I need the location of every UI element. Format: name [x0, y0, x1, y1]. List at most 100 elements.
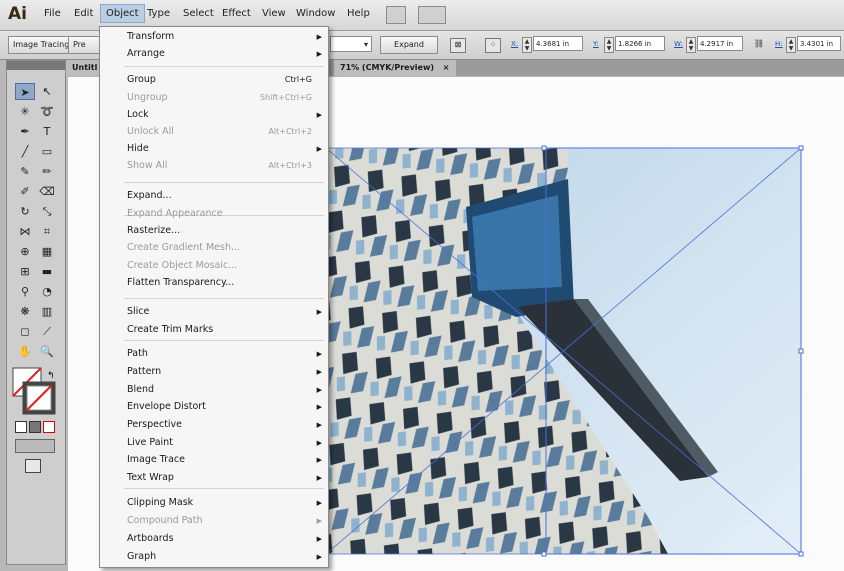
- align-icon[interactable]: ⊠: [450, 38, 466, 53]
- submenu-arrow-icon: ▶: [316, 535, 322, 543]
- menu-item-label: Create Object Mosaic...: [127, 260, 238, 271]
- drawing-modes-icon[interactable]: [15, 439, 55, 453]
- menu-item-pattern[interactable]: Pattern ▶: [100, 364, 328, 380]
- x-spinner[interactable]: ▲ ▼: [522, 37, 532, 53]
- submenu-arrow-icon: ▶: [316, 111, 322, 119]
- menu-object[interactable]: Object: [100, 4, 145, 23]
- selection-handle[interactable]: [798, 551, 804, 557]
- perspective-grid-tool-icon[interactable]: ▦: [37, 243, 57, 260]
- menu-item-group[interactable]: Group Ctrl+G: [100, 72, 328, 88]
- menu-type[interactable]: Type: [147, 8, 170, 19]
- menu-item-lock[interactable]: Lock ▶: [100, 107, 328, 123]
- eyedropper-tool-icon[interactable]: ⚲: [15, 283, 35, 300]
- rectangle-tool-icon[interactable]: ▭: [37, 143, 57, 160]
- menu-item-hide[interactable]: Hide ▶: [100, 141, 328, 157]
- menu-item-arrange[interactable]: Arrange ▶: [100, 46, 328, 62]
- rotate-tool-icon[interactable]: ↻: [15, 203, 35, 220]
- blob-brush-tool-icon[interactable]: ✐: [15, 183, 35, 200]
- menu-item-create-trim-marks[interactable]: Create Trim Marks: [100, 322, 328, 338]
- symbol-sprayer-tool-icon[interactable]: ❋: [15, 303, 35, 320]
- image-tracing-button[interactable]: Image Tracing: [8, 36, 76, 54]
- pencil-tool-icon[interactable]: ✏: [37, 163, 57, 180]
- menu-item-perspective[interactable]: Perspective ▶: [100, 417, 328, 433]
- expand-button[interactable]: Expand: [380, 36, 438, 54]
- hand-tool-icon[interactable]: ✋: [15, 343, 35, 360]
- submenu-arrow-icon: ▶: [316, 517, 322, 525]
- mesh-tool-icon[interactable]: ⊞: [15, 263, 35, 280]
- shape-builder-tool-icon[interactable]: ⊕: [15, 243, 35, 260]
- screen-mode-icon[interactable]: [25, 459, 41, 473]
- menu-item-label: Text Wrap: [127, 472, 174, 483]
- menu-item-expand[interactable]: Expand...: [100, 188, 328, 204]
- width-tool-icon[interactable]: ⋈: [15, 223, 35, 240]
- gradient-tool-icon[interactable]: ▬: [37, 263, 57, 280]
- menu-item-flatten-transparency[interactable]: Flatten Transparency...: [100, 275, 328, 291]
- arrange-documents-icon[interactable]: [418, 6, 446, 24]
- menu-item-transform[interactable]: Transform ▶: [100, 29, 328, 45]
- menu-item-envelope-distort[interactable]: Envelope Distort ▶: [100, 399, 328, 415]
- document-tab-title[interactable]: 71% (CMYK/Preview) ×: [334, 60, 456, 76]
- bridge-icon[interactable]: [386, 6, 406, 24]
- selection-handle[interactable]: [798, 145, 804, 151]
- menu-window[interactable]: Window: [296, 8, 335, 19]
- type-tool-icon[interactable]: T: [37, 123, 57, 140]
- menu-item-unlock-all: Unlock All Alt+Ctrl+2: [100, 124, 328, 140]
- magic-wand-tool-icon[interactable]: ✳: [15, 103, 35, 120]
- blend-tool-icon[interactable]: ◔: [37, 283, 57, 300]
- tools-panel-header[interactable]: [7, 61, 65, 70]
- menu-item-live-paint[interactable]: Live Paint ▶: [100, 435, 328, 451]
- artboard-tool-icon[interactable]: ◻: [15, 323, 35, 340]
- pen-tool-icon[interactable]: ✒: [15, 123, 35, 140]
- lasso-tool-icon[interactable]: ➰: [37, 103, 57, 120]
- h-field[interactable]: 3.4301 in: [797, 36, 841, 51]
- menu-select[interactable]: Select: [183, 8, 214, 19]
- menu-item-text-wrap[interactable]: Text Wrap ▶: [100, 470, 328, 486]
- menu-item-label: Graph: [127, 551, 157, 562]
- color-mode-icon[interactable]: [15, 421, 27, 433]
- column-graph-tool-icon[interactable]: ▥: [37, 303, 57, 320]
- menu-effect[interactable]: Effect: [222, 8, 251, 19]
- menu-item-image-trace[interactable]: Image Trace ▶: [100, 452, 328, 468]
- h-spinner[interactable]: ▲ ▼: [786, 37, 796, 53]
- y-field[interactable]: 1.8266 in: [615, 36, 665, 51]
- menu-item-create-object-mosaic: Create Object Mosaic...: [100, 258, 328, 274]
- free-transform-tool-icon[interactable]: ⌗: [37, 223, 57, 240]
- menu-item-clipping-mask[interactable]: Clipping Mask ▶: [100, 495, 328, 511]
- paintbrush-tool-icon[interactable]: ✎: [15, 163, 35, 180]
- reference-point-icon[interactable]: ⁘: [485, 38, 501, 53]
- x-field[interactable]: 4.3681 in: [533, 36, 583, 51]
- direct-selection-tool-icon[interactable]: ↖: [37, 83, 57, 100]
- fill-stroke-swatch-icon[interactable]: ↰: [11, 366, 57, 416]
- menu-item-label: Expand Appearance: [127, 208, 223, 219]
- selection-handle[interactable]: [541, 551, 547, 557]
- line-tool-icon[interactable]: ╱: [15, 143, 35, 160]
- menu-item-label: Envelope Distort: [127, 401, 206, 412]
- menu-view[interactable]: View: [262, 8, 286, 19]
- menu-item-path[interactable]: Path ▶: [100, 346, 328, 362]
- zoom-tool-icon[interactable]: 🔍: [37, 343, 57, 360]
- menu-item-slice[interactable]: Slice ▶: [100, 304, 328, 320]
- constrain-proportions-icon[interactable]: ⛓: [752, 38, 766, 51]
- w-field[interactable]: 4.2917 in: [697, 36, 743, 51]
- selection-tool-icon[interactable]: ➤: [15, 83, 35, 100]
- preset-dropdown[interactable]: ▾: [330, 36, 372, 52]
- w-spinner[interactable]: ▲ ▼: [686, 37, 696, 53]
- slice-tool-icon[interactable]: ⟋: [37, 323, 57, 340]
- gradient-mode-icon[interactable]: [29, 421, 41, 433]
- menu-file[interactable]: File: [44, 8, 61, 19]
- y-spinner[interactable]: ▲ ▼: [604, 37, 614, 53]
- tools-panel: ➤ ↖ ✳ ➰ ✒ T ╱ ▭ ✎ ✏ ✐ ⌫ ↻ ⤡ ⋈ ⌗ ⊕ ▦ ⊞ ▬ …: [6, 60, 66, 565]
- menu-item-artboards[interactable]: Artboards ▶: [100, 531, 328, 547]
- eraser-tool-icon[interactable]: ⌫: [37, 183, 57, 200]
- menu-item-graph[interactable]: Graph ▶: [100, 549, 328, 565]
- selection-handle[interactable]: [541, 145, 547, 151]
- menu-edit[interactable]: Edit: [74, 8, 93, 19]
- tab-close-icon[interactable]: ×: [443, 63, 450, 72]
- menu-item-rasterize[interactable]: Rasterize...: [100, 223, 328, 239]
- menu-help[interactable]: Help: [347, 8, 370, 19]
- none-mode-icon[interactable]: [43, 421, 55, 433]
- selection-handle[interactable]: [798, 348, 804, 354]
- menu-item-blend[interactable]: Blend ▶: [100, 382, 328, 398]
- submenu-arrow-icon: ▶: [316, 474, 322, 482]
- scale-tool-icon[interactable]: ⤡: [37, 203, 57, 220]
